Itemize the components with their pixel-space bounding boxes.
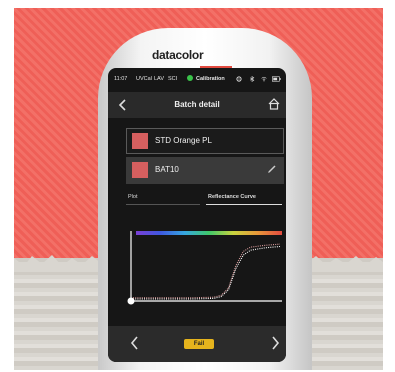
- tab-reflectance-curve[interactable]: Reflectance Curve: [208, 194, 256, 200]
- calibration-label: Calibration: [196, 76, 225, 82]
- status-badge: Fail: [184, 339, 214, 349]
- reflectance-chart: [127, 231, 282, 305]
- wifi-icon: [261, 76, 267, 82]
- footer-bar: Fail: [108, 326, 286, 362]
- status-indicator-lav: LAV: [154, 76, 164, 82]
- status-indicator-sci: SCI: [168, 76, 178, 82]
- standard-color-swatch: [132, 133, 148, 149]
- reflectance-series-0: [133, 243, 281, 299]
- status-time: 11:07: [114, 76, 128, 82]
- home-icon[interactable]: [268, 98, 280, 110]
- axis-origin-handle[interactable]: [127, 297, 135, 305]
- calibration-dot: [187, 75, 193, 81]
- batch-name: BAT10: [155, 165, 179, 174]
- header-bar: Batch detail: [108, 92, 286, 118]
- status-bar: 11:07 UVCal LAV SCI Calibration: [108, 72, 286, 86]
- pencil-icon[interactable]: [267, 164, 277, 174]
- reflectance-series-1: [133, 245, 281, 300]
- standard-row[interactable]: STD Orange PL: [126, 128, 284, 154]
- status-indicator-uvcal: UVCal: [136, 76, 152, 82]
- device-screen: 11:07 UVCal LAV SCI Calibration Batch de…: [108, 68, 286, 362]
- battery-icon: [272, 76, 281, 82]
- gear-icon: [236, 76, 242, 82]
- device-brand: datacolor: [152, 48, 204, 62]
- chevron-left-icon[interactable]: [130, 336, 138, 350]
- page-title: Batch detail: [174, 100, 220, 109]
- standard-name: STD Orange PL: [155, 136, 212, 145]
- bluetooth-icon: [250, 76, 255, 82]
- batch-row[interactable]: BAT10: [126, 157, 284, 184]
- tab-plot-underline: [126, 204, 200, 205]
- spectrum-bar: [136, 231, 282, 235]
- batch-color-swatch: [132, 162, 148, 178]
- chevron-right-icon[interactable]: [272, 336, 280, 350]
- tab-reflectance-underline: [206, 204, 282, 205]
- tab-plot[interactable]: Plot: [128, 194, 137, 200]
